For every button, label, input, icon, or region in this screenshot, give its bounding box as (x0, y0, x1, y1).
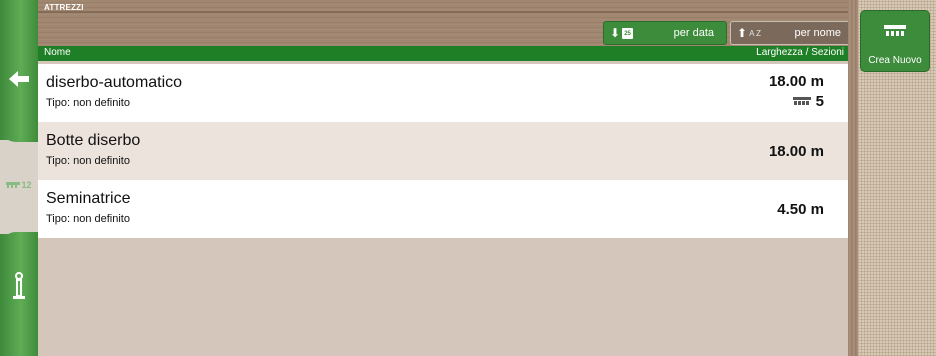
implement-sections: 5 (792, 93, 824, 110)
sort-by-name-button[interactable]: ⬆ A Z per nome (730, 21, 854, 45)
implement-type: Tipo: non definito (46, 213, 130, 225)
right-divider (848, 0, 858, 356)
left-sidebar: 12 (0, 0, 38, 356)
column-width-sections[interactable]: Larghezza / Sezioni (756, 47, 844, 58)
implement-type: Tipo: non definito (46, 97, 130, 109)
alphabet-icon: A Z (749, 28, 762, 38)
sort-up-arrow-icon: ⬆ (737, 26, 748, 40)
list-item[interactable]: diserbo-automatico Tipo: non definito 18… (38, 64, 848, 122)
create-new-button[interactable]: Crea Nuovo (860, 10, 930, 72)
list-item[interactable]: Seminatrice Tipo: non definito 4.50 m (38, 180, 848, 238)
header-divider (38, 11, 854, 13)
sort-down-arrow-icon: ⬇ (610, 26, 621, 40)
sort-by-date-button[interactable]: ⬇ 25 per data (603, 21, 727, 45)
tool-badge: 12 (21, 180, 32, 190)
implement-tab-button[interactable]: 12 (0, 176, 38, 194)
implement-width: 18.00 m (768, 143, 824, 160)
list-item[interactable]: Botte diserbo Tipo: non definito 18.00 m (38, 122, 848, 180)
sort-by-name-label: per nome (794, 27, 841, 39)
implement-type: Tipo: non definito (46, 155, 130, 167)
sections-count: 5 (815, 93, 824, 110)
implement-name: diserbo-automatico (46, 74, 183, 91)
sort-by-date-label: per data (673, 27, 714, 39)
implement-icon (884, 25, 906, 36)
implement-width: 4.50 m (777, 201, 824, 218)
info-button[interactable] (0, 270, 38, 304)
calendar-icon: 25 (622, 27, 634, 39)
implement-list: diserbo-automatico Tipo: non definito 18… (38, 64, 848, 238)
implement-name: Seminatrice (46, 190, 131, 207)
column-header: Nome Larghezza / Sezioni (38, 46, 850, 61)
implement-width: 18.00 m (768, 73, 824, 90)
column-name[interactable]: Nome (44, 47, 71, 58)
info-icon (13, 272, 25, 299)
create-new-label: Crea Nuovo (868, 55, 922, 66)
implement-name: Botte diserbo (46, 132, 141, 149)
back-arrow-icon (9, 71, 29, 87)
back-button[interactable] (0, 66, 38, 92)
sections-icon (792, 96, 811, 105)
implement-icon (6, 182, 21, 188)
header-bar: ATTREZZI ⬇ 25 per data ⬆ A Z per nome (38, 0, 854, 46)
